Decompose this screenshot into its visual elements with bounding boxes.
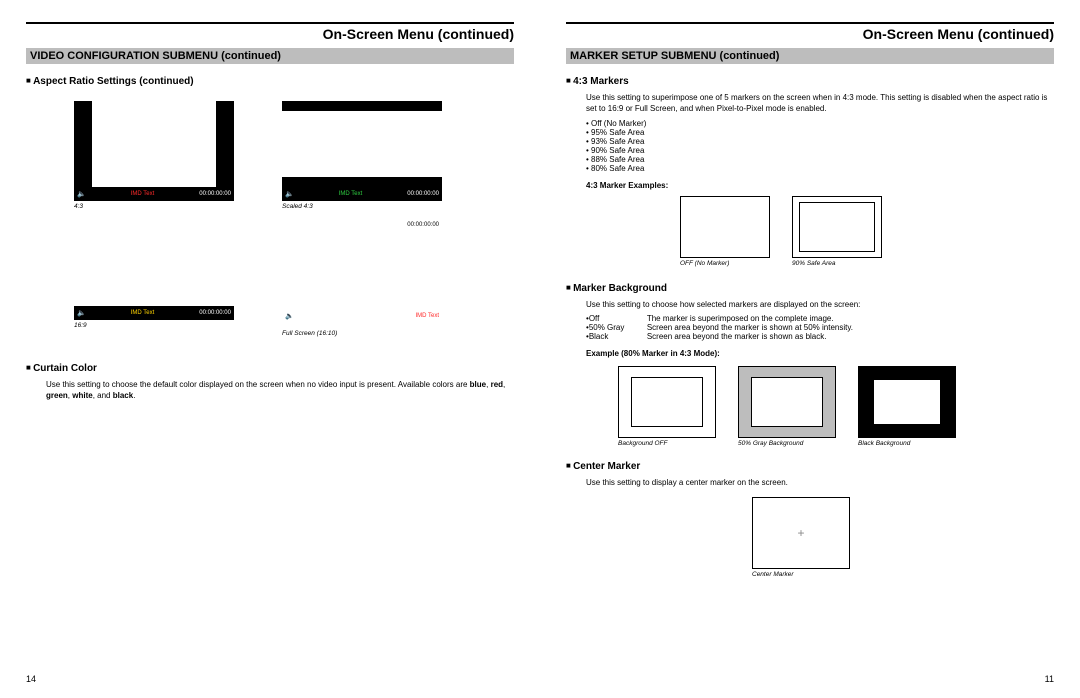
divider — [566, 22, 1054, 24]
example-80-gray — [738, 366, 836, 438]
aspect-ratio-heading: Aspect Ratio Settings (continued) — [26, 76, 514, 87]
speaker-icon: 🔈 — [77, 190, 86, 198]
caption: 4:3 — [74, 203, 234, 210]
speaker-icon: 🔈 — [285, 312, 294, 320]
marker-background-heading: Marker Background — [566, 283, 1054, 294]
caption: OFF (No Marker) — [680, 260, 770, 267]
example-80-label: Example (80% Marker in 4:3 Mode): — [586, 349, 1054, 358]
left-page: On-Screen Menu (continued) VIDEO CONFIGU… — [0, 0, 540, 698]
marker-example-off — [680, 196, 770, 258]
center-marker-text: Use this setting to display a center mar… — [586, 478, 1054, 489]
page-title: On-Screen Menu (continued) — [566, 26, 1054, 42]
right-page: On-Screen Menu (continued) MARKER SETUP … — [540, 0, 1080, 698]
imd-text: IMD Text — [131, 191, 155, 197]
caption: Center Marker — [752, 571, 850, 578]
page-number: 11 — [1045, 674, 1054, 684]
caption: 50% Gray Background — [738, 440, 836, 447]
page-title: On-Screen Menu (continued) — [26, 26, 514, 42]
aspect-example-full: 🔈 IMD Text 00:00:00:00 — [282, 228, 442, 328]
caption: 90% Safe Area — [792, 260, 882, 267]
curtain-color-text: Use this setting to choose the default c… — [46, 380, 514, 402]
plus-icon: + — [797, 526, 804, 540]
markers-text: Use this setting to superimpose one of 5… — [586, 93, 1054, 115]
aspect-example-169: 🔈 IMD Text 00:00:00:00 — [74, 228, 234, 320]
divider — [26, 22, 514, 24]
speaker-icon: 🔈 — [285, 190, 294, 198]
example-80-off — [618, 366, 716, 438]
marker-background-defs: • OffThe marker is superimposed on the c… — [586, 314, 1054, 341]
caption: 16:9 — [74, 322, 234, 329]
curtain-color-heading: Curtain Color — [26, 363, 514, 374]
marker-background-text: Use this setting to choose how selected … — [586, 300, 1054, 311]
caption: Scaled 4:3 — [282, 203, 442, 210]
page-number: 14 — [26, 674, 36, 684]
example-80-black — [858, 366, 956, 438]
aspect-example-4x3: 🔈 IMD Text 00:00:00:00 — [74, 101, 234, 201]
marker-example-90 — [792, 196, 882, 258]
markers-list: Off (No Marker) 95% Safe Area 93% Safe A… — [586, 119, 1054, 173]
center-marker-example: + — [752, 497, 850, 569]
imd-text: IMD Text — [339, 191, 363, 197]
speaker-icon: 🔈 — [77, 309, 86, 317]
caption: Background OFF — [618, 440, 716, 447]
timecode: 00:00:00:00 — [407, 191, 439, 197]
caption: Black Background — [858, 440, 956, 447]
timecode: 00:00:00:00 — [199, 191, 231, 197]
timecode: 00:00:00:00 — [199, 310, 231, 316]
section-header: MARKER SETUP SUBMENU (continued) — [566, 48, 1054, 64]
center-marker-heading: Center Marker — [566, 461, 1054, 472]
markers-heading: 4:3 Markers — [566, 76, 1054, 87]
timecode: 00:00:00:00 — [407, 222, 439, 228]
marker-examples-label: 4:3 Marker Examples: — [586, 181, 1054, 190]
section-header: VIDEO CONFIGURATION SUBMENU (continued) — [26, 48, 514, 64]
imd-text: IMD Text — [415, 313, 439, 319]
caption: Full Screen (16:10) — [282, 330, 442, 337]
imd-text: IMD Text — [131, 310, 155, 316]
aspect-example-scaled: 🔈 IMD Text 00:00:00:00 — [282, 101, 442, 201]
